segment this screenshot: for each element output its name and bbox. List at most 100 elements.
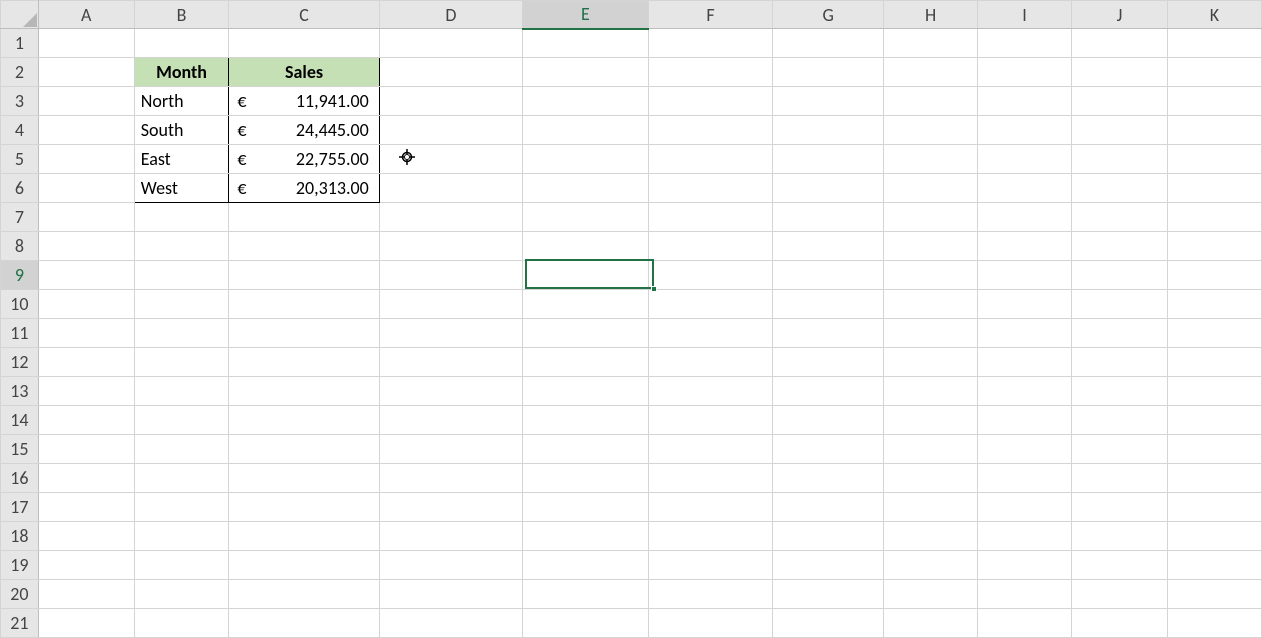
col-header-h[interactable]: H [884, 1, 978, 29]
cell-k10[interactable] [1167, 290, 1261, 319]
cell-j2[interactable] [1072, 58, 1168, 87]
row-header-4[interactable]: 4 [1, 116, 39, 145]
cell-h11[interactable] [884, 319, 978, 348]
cell-h8[interactable] [884, 232, 978, 261]
col-header-i[interactable]: I [978, 1, 1072, 29]
cell-g5[interactable] [773, 145, 884, 174]
cell-c8[interactable] [229, 232, 379, 261]
col-header-f[interactable]: F [648, 1, 773, 29]
cell-i5[interactable] [978, 145, 1072, 174]
cell-a14[interactable] [38, 406, 134, 435]
cell-d11[interactable] [379, 319, 522, 348]
row-header-12[interactable]: 12 [1, 348, 39, 377]
cell-c19[interactable] [229, 551, 379, 580]
row-header-9[interactable]: 9 [1, 261, 39, 290]
cell-d7[interactable] [379, 203, 522, 232]
cell-k1[interactable] [1167, 29, 1261, 58]
cell-f20[interactable] [648, 580, 773, 609]
cell-a17[interactable] [38, 493, 134, 522]
cell-h12[interactable] [884, 348, 978, 377]
cell-d21[interactable] [379, 609, 522, 638]
cell-j6[interactable] [1072, 174, 1168, 203]
cell-d13[interactable] [379, 377, 522, 406]
cell-e8[interactable] [523, 232, 649, 261]
cell-k8[interactable] [1167, 232, 1261, 261]
row-header-1[interactable]: 1 [1, 29, 39, 58]
cell-j11[interactable] [1072, 319, 1168, 348]
cell-c2[interactable]: Sales [229, 58, 379, 87]
cell-g15[interactable] [773, 435, 884, 464]
cell-d10[interactable] [379, 290, 522, 319]
cell-g18[interactable] [773, 522, 884, 551]
cell-g1[interactable] [773, 29, 884, 58]
cell-c18[interactable] [229, 522, 379, 551]
cell-e4[interactable] [523, 116, 649, 145]
col-header-d[interactable]: D [379, 1, 522, 29]
cell-d12[interactable] [379, 348, 522, 377]
cell-h19[interactable] [884, 551, 978, 580]
cell-c14[interactable] [229, 406, 379, 435]
row-header-15[interactable]: 15 [1, 435, 39, 464]
cell-d17[interactable] [379, 493, 522, 522]
cell-c7[interactable] [229, 203, 379, 232]
cell-d9[interactable] [379, 261, 522, 290]
cell-f3[interactable] [648, 87, 773, 116]
cell-c3[interactable]: €11,941.00 [229, 87, 379, 116]
cell-j13[interactable] [1072, 377, 1168, 406]
cell-d6[interactable] [379, 174, 522, 203]
cell-i9[interactable] [978, 261, 1072, 290]
cell-h16[interactable] [884, 464, 978, 493]
cell-a2[interactable] [38, 58, 134, 87]
cell-i18[interactable] [978, 522, 1072, 551]
cell-c1[interactable] [229, 29, 379, 58]
cell-b12[interactable] [134, 348, 229, 377]
select-all-corner[interactable] [1, 1, 39, 29]
cell-k13[interactable] [1167, 377, 1261, 406]
cell-g16[interactable] [773, 464, 884, 493]
row-header-6[interactable]: 6 [1, 174, 39, 203]
cell-a12[interactable] [38, 348, 134, 377]
cell-a6[interactable] [38, 174, 134, 203]
row-header-7[interactable]: 7 [1, 203, 39, 232]
cell-e20[interactable] [523, 580, 649, 609]
cell-d16[interactable] [379, 464, 522, 493]
cell-k4[interactable] [1167, 116, 1261, 145]
cell-k6[interactable] [1167, 174, 1261, 203]
cell-a3[interactable] [38, 87, 134, 116]
cell-a5[interactable] [38, 145, 134, 174]
cell-h10[interactable] [884, 290, 978, 319]
cell-b10[interactable] [134, 290, 229, 319]
cell-i14[interactable] [978, 406, 1072, 435]
cell-d4[interactable] [379, 116, 522, 145]
cell-b20[interactable] [134, 580, 229, 609]
cell-d15[interactable] [379, 435, 522, 464]
cell-a4[interactable] [38, 116, 134, 145]
cell-b4[interactable]: South [134, 116, 229, 145]
cell-d14[interactable] [379, 406, 522, 435]
cell-i11[interactable] [978, 319, 1072, 348]
cell-b11[interactable] [134, 319, 229, 348]
cell-j8[interactable] [1072, 232, 1168, 261]
cell-k3[interactable] [1167, 87, 1261, 116]
cell-a1[interactable] [38, 29, 134, 58]
cell-j3[interactable] [1072, 87, 1168, 116]
cell-g9[interactable] [773, 261, 884, 290]
grid[interactable]: A B C D E F G H I J K 1 2 Month Sales 3 … [0, 0, 1262, 638]
cell-b17[interactable] [134, 493, 229, 522]
cell-f11[interactable] [648, 319, 773, 348]
cell-c16[interactable] [229, 464, 379, 493]
cell-k2[interactable] [1167, 58, 1261, 87]
cell-b1[interactable] [134, 29, 229, 58]
cell-e9[interactable] [523, 261, 649, 290]
cell-a11[interactable] [38, 319, 134, 348]
cell-h6[interactable] [884, 174, 978, 203]
cell-g6[interactable] [773, 174, 884, 203]
cell-h13[interactable] [884, 377, 978, 406]
cell-g4[interactable] [773, 116, 884, 145]
cell-f9[interactable] [648, 261, 773, 290]
cell-c20[interactable] [229, 580, 379, 609]
cell-f18[interactable] [648, 522, 773, 551]
cell-f7[interactable] [648, 203, 773, 232]
cell-g13[interactable] [773, 377, 884, 406]
cell-e10[interactable] [523, 290, 649, 319]
